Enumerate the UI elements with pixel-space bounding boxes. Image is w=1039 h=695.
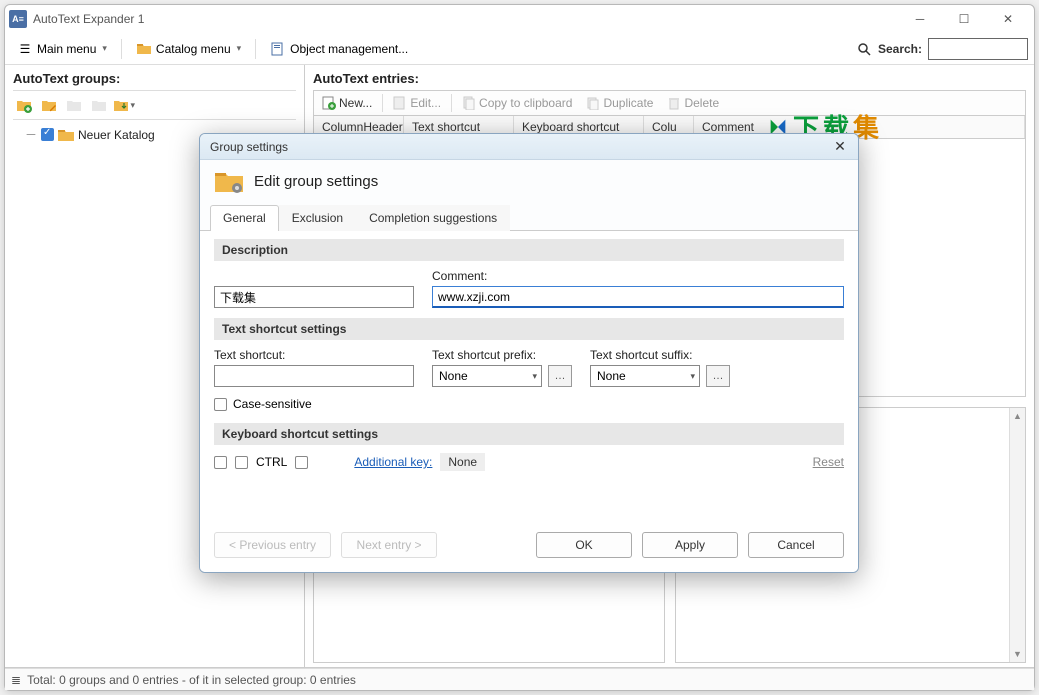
chevron-down-icon: ▾: [237, 43, 242, 54]
maximize-button[interactable]: ☐: [942, 5, 986, 33]
group-settings-dialog: Group settings ✕ Edit group settings Gen…: [199, 133, 859, 573]
chevron-down-icon: ▾: [130, 100, 135, 111]
folder-icon: [58, 128, 74, 142]
scroll-down-icon[interactable]: ▼: [1010, 646, 1025, 662]
delete-button[interactable]: Delete: [661, 93, 725, 113]
prefix-select[interactable]: None ▾: [432, 365, 542, 387]
chevron-down-icon: ▾: [532, 371, 537, 382]
statusbar: ≣ Total: 0 groups and 0 entries - of it …: [5, 668, 1034, 690]
duplicate-label: Duplicate: [603, 96, 653, 110]
prefix-more-button[interactable]: …: [548, 365, 572, 387]
group-button-4[interactable]: [88, 94, 110, 116]
kb-check-1[interactable]: [214, 456, 227, 469]
description-input[interactable]: [214, 286, 414, 308]
additional-key-value: None: [440, 453, 485, 471]
kb-check-3[interactable]: [295, 456, 308, 469]
folder-gear-icon: [214, 168, 244, 194]
suffix-value: None: [597, 369, 626, 383]
comment-label: Comment:: [432, 269, 844, 283]
chevron-down-icon: ▾: [690, 371, 695, 382]
hamburger-icon: ☰: [17, 41, 33, 57]
search-icon: [856, 41, 872, 57]
additional-key-link[interactable]: Additional key:: [354, 455, 432, 469]
menubar: ☰ Main menu ▾ Catalog menu ▾ Object mana…: [5, 33, 1034, 65]
titlebar: A≡ AutoText Expander 1 ─ ☐ ✕: [5, 5, 1034, 33]
edit-entry-label: Edit...: [410, 96, 441, 110]
status-text: Total: 0 groups and 0 entries - of it in…: [27, 673, 356, 687]
delete-label: Delete: [684, 96, 719, 110]
dialog-titlebar: Group settings ✕: [200, 134, 858, 160]
new-entry-label: New...: [339, 96, 372, 110]
duplicate-button[interactable]: Duplicate: [580, 93, 659, 113]
main-menu-label: Main menu: [37, 42, 96, 56]
dialog-header: Edit group settings: [200, 160, 858, 204]
catalog-icon: [136, 41, 152, 57]
tab-general[interactable]: General: [210, 205, 279, 231]
object-management-label: Object management...: [290, 42, 408, 56]
comment-input[interactable]: [432, 286, 844, 308]
minimize-button[interactable]: ─: [898, 5, 942, 33]
kb-check-2[interactable]: [235, 456, 248, 469]
dialog-body: Description . Comment: Text shortcut set…: [200, 231, 858, 522]
section-description: Description: [214, 239, 844, 261]
tree-checkbox[interactable]: [41, 128, 54, 141]
separator: [121, 39, 122, 59]
entries-heading: AutoText entries:: [313, 71, 1026, 86]
main-menu[interactable]: ☰ Main menu ▾: [11, 38, 113, 60]
edit-entry-button[interactable]: Edit...: [387, 93, 447, 113]
dialog-title: Group settings: [206, 140, 828, 154]
copy-clipboard-button[interactable]: Copy to clipboard: [456, 93, 578, 113]
search-input[interactable]: [928, 38, 1028, 60]
dialog-buttons: < Previous entry Next entry > OK Apply C…: [200, 522, 858, 572]
reset-link[interactable]: Reset: [813, 455, 844, 469]
dialog-tabs: General Exclusion Completion suggestions: [200, 204, 858, 231]
case-sensitive-checkbox[interactable]: [214, 398, 227, 411]
close-button[interactable]: ✕: [986, 5, 1030, 33]
tree-collapse-icon[interactable]: －: [25, 126, 37, 143]
search-label: Search:: [878, 42, 922, 56]
scroll-up-icon[interactable]: ▲: [1010, 408, 1025, 424]
ctrl-label: CTRL: [256, 455, 287, 469]
groups-heading: AutoText groups:: [13, 71, 296, 86]
catalog-menu[interactable]: Catalog menu ▾: [130, 38, 247, 60]
new-group-button[interactable]: [13, 94, 35, 116]
separator: [255, 39, 256, 59]
dialog-heading: Edit group settings: [254, 173, 378, 190]
groups-toolbar: ▾: [13, 90, 296, 120]
previous-entry-button[interactable]: < Previous entry: [214, 532, 331, 558]
entries-toolbar: New... Edit... Copy to clipboard Duplica…: [313, 90, 1026, 115]
app-icon: A≡: [9, 10, 27, 28]
group-export-button[interactable]: ▾: [113, 94, 135, 116]
apply-button[interactable]: Apply: [642, 532, 738, 558]
case-sensitive-label: Case-sensitive: [233, 397, 312, 411]
next-entry-button[interactable]: Next entry >: [341, 532, 437, 558]
scrollbar[interactable]: ▲ ▼: [1009, 408, 1025, 663]
prefix-value: None: [439, 369, 468, 383]
catalog-menu-label: Catalog menu: [156, 42, 231, 56]
group-button-3[interactable]: [63, 94, 85, 116]
ok-button[interactable]: OK: [536, 532, 632, 558]
window-title: AutoText Expander 1: [33, 12, 898, 26]
cancel-button[interactable]: Cancel: [748, 532, 844, 558]
new-entry-button[interactable]: New...: [316, 93, 378, 113]
object-management[interactable]: Object management...: [264, 38, 414, 60]
tree-item-label: Neuer Katalog: [78, 128, 155, 142]
section-text-shortcut: Text shortcut settings: [214, 318, 844, 340]
prefix-label: Text shortcut prefix:: [432, 348, 572, 362]
chevron-down-icon: ▾: [102, 43, 107, 54]
suffix-more-button[interactable]: …: [706, 365, 730, 387]
copy-label: Copy to clipboard: [479, 96, 572, 110]
suffix-label: Text shortcut suffix:: [590, 348, 730, 362]
text-shortcut-label: Text shortcut:: [214, 348, 414, 362]
object-icon: [270, 41, 286, 57]
dialog-close-button[interactable]: ✕: [828, 137, 852, 157]
edit-group-button[interactable]: [38, 94, 60, 116]
section-keyboard: Keyboard shortcut settings: [214, 423, 844, 445]
text-shortcut-input[interactable]: [214, 365, 414, 387]
tab-exclusion[interactable]: Exclusion: [279, 205, 356, 231]
tab-completion[interactable]: Completion suggestions: [356, 205, 510, 231]
status-icon: ≣: [11, 673, 21, 687]
suffix-select[interactable]: None ▾: [590, 365, 700, 387]
